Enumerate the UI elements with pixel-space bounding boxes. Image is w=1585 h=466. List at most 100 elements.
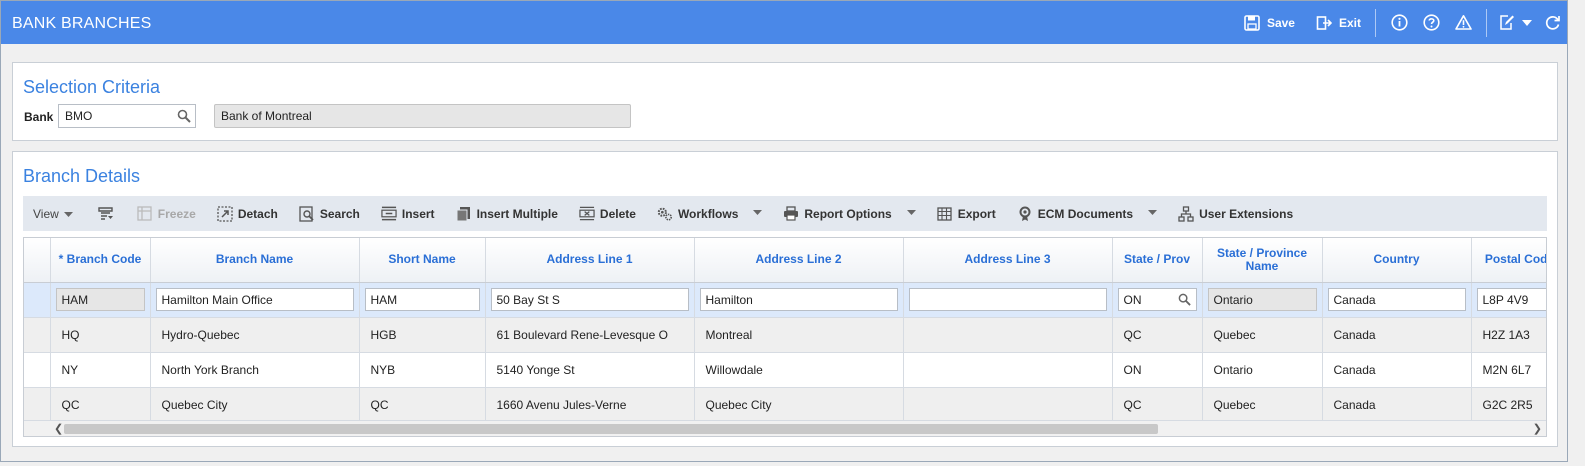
table-cell[interactable]: H2Z 1A3 xyxy=(1471,317,1546,353)
chevron-down-icon xyxy=(63,207,73,221)
column-header[interactable]: State / Province Name xyxy=(1202,238,1323,283)
info-icon xyxy=(1390,14,1408,32)
address-line-2-field[interactable]: Hamilton xyxy=(699,288,898,311)
scrollbar-thumb[interactable] xyxy=(64,424,1158,434)
bank-input[interactable]: BMO xyxy=(58,104,196,128)
postal-code-field[interactable]: L8P 4V9 xyxy=(1476,288,1546,311)
table-cell[interactable] xyxy=(903,352,1113,388)
save-button[interactable]: Save xyxy=(1233,14,1305,32)
edit-layout-button[interactable] xyxy=(1491,14,1539,32)
info-button[interactable] xyxy=(1380,14,1418,32)
exit-button[interactable]: Exit xyxy=(1305,14,1371,32)
row-selector[interactable] xyxy=(24,387,51,423)
workflows-menu[interactable]: Workflows xyxy=(657,206,763,222)
table-cell[interactable]: Willowdale xyxy=(694,352,904,388)
table-cell[interactable]: 1660 Avenu Jules-Verne xyxy=(485,387,695,423)
address-line-1-field[interactable]: 50 Bay St S xyxy=(490,288,689,311)
column-header[interactable]: Short Name xyxy=(359,238,486,283)
filter-icon xyxy=(98,206,114,222)
table-cell[interactable]: QC xyxy=(50,387,151,423)
country-field[interactable]: Canada xyxy=(1327,288,1466,311)
freeze-button[interactable]: Freeze xyxy=(137,206,196,222)
app-window: BANK BRANCHES Save Exit Selection Criter… xyxy=(0,0,1568,462)
refresh-button[interactable] xyxy=(1539,14,1567,32)
bank-label: Bank xyxy=(24,110,54,124)
column-header[interactable]: Address Line 1 xyxy=(485,238,695,283)
detach-button[interactable]: Detach xyxy=(217,205,278,222)
view-menu[interactable]: View xyxy=(33,207,73,221)
table-cell[interactable]: Ontario xyxy=(1202,352,1323,388)
table-cell[interactable]: Quebec xyxy=(1202,317,1323,353)
table-cell[interactable]: QC xyxy=(1112,387,1203,423)
table-cell[interactable]: Canada xyxy=(1322,387,1472,423)
table-cell[interactable]: NY xyxy=(50,352,151,388)
user-extensions-button[interactable]: User Extensions xyxy=(1178,205,1293,222)
table-row-editing[interactable]: HAM Hamilton Main Office HAM 50 Bay St S… xyxy=(24,282,1546,318)
state-province-name-field: Ontario xyxy=(1207,288,1317,311)
table-cell[interactable]: M2N 6L7 xyxy=(1471,352,1546,388)
table-cell[interactable]: Quebec xyxy=(1202,387,1323,423)
search-icon[interactable] xyxy=(1178,293,1192,307)
export-button[interactable]: Export xyxy=(937,206,996,222)
table-cell[interactable]: HGB xyxy=(359,317,486,353)
delete-button[interactable]: Delete xyxy=(579,206,636,222)
branches-grid: * Branch Code Branch Name Short Name Add… xyxy=(23,237,1547,437)
address-line-3-field[interactable] xyxy=(908,288,1107,311)
column-header[interactable]: * Branch Code xyxy=(50,238,151,283)
search-icon[interactable] xyxy=(177,109,191,123)
save-icon xyxy=(1243,14,1261,32)
table-row[interactable]: NY North York Branch NYB 5140 Yonge St W… xyxy=(24,352,1546,388)
table-cell[interactable]: Hydro-Quebec xyxy=(150,317,360,353)
ecm-documents-icon xyxy=(1017,206,1033,222)
table-cell[interactable]: QC xyxy=(1112,317,1203,353)
column-header[interactable]: Address Line 3 xyxy=(903,238,1113,283)
short-name-field[interactable]: HAM xyxy=(364,288,480,311)
column-header[interactable]: State / Prov xyxy=(1112,238,1203,283)
table-cell[interactable]: 61 Boulevard Rene-Levesque O xyxy=(485,317,695,353)
branch-name-field[interactable]: Hamilton Main Office xyxy=(155,288,354,311)
table-cell[interactable]: Canada xyxy=(1322,317,1472,353)
help-button[interactable] xyxy=(1418,14,1444,32)
report-options-menu[interactable]: Report Options xyxy=(783,206,916,222)
row-selector[interactable] xyxy=(24,317,51,353)
table-cell[interactable]: G2C 2R5 xyxy=(1471,387,1546,423)
header-row: * Branch Code Branch Name Short Name Add… xyxy=(24,238,1546,283)
table-cell[interactable] xyxy=(903,387,1113,423)
detach-icon xyxy=(217,205,233,222)
insert-button[interactable]: Insert xyxy=(381,206,435,222)
table-cell[interactable]: HQ xyxy=(50,317,151,353)
scroll-right-icon[interactable]: ❯ xyxy=(1533,422,1542,435)
row-selector[interactable] xyxy=(24,352,51,388)
filter-button[interactable] xyxy=(98,206,114,222)
row-selector-header[interactable] xyxy=(24,238,51,283)
insert-multiple-button[interactable]: Insert Multiple xyxy=(456,206,558,222)
row-selector[interactable] xyxy=(24,282,51,318)
table-row[interactable]: HQ Hydro-Quebec HGB 61 Boulevard Rene-Le… xyxy=(24,317,1546,353)
column-header[interactable]: Branch Name xyxy=(150,238,360,283)
scroll-left-icon[interactable]: ❮ xyxy=(54,422,63,435)
table-cell[interactable]: 5140 Yonge St xyxy=(485,352,695,388)
warning-icon xyxy=(1454,14,1472,32)
title-bar-actions: Save Exit xyxy=(1233,1,1567,44)
state-prov-field[interactable]: ON xyxy=(1117,288,1197,311)
table-cell[interactable]: Quebec City xyxy=(150,387,360,423)
horizontal-scrollbar[interactable]: ❮ ❯ xyxy=(24,420,1546,436)
column-header[interactable]: Address Line 2 xyxy=(694,238,904,283)
table-cell[interactable]: NYB xyxy=(359,352,486,388)
table-cell[interactable]: Montreal xyxy=(694,317,904,353)
chevron-down-icon xyxy=(1148,208,1158,219)
column-header[interactable]: Postal Code xyxy=(1471,238,1546,283)
table-cell[interactable]: QC xyxy=(359,387,486,423)
column-header[interactable]: Country xyxy=(1322,238,1472,283)
table-cell[interactable]: ON xyxy=(1112,352,1203,388)
search-button[interactable]: Search xyxy=(299,205,360,222)
warning-button[interactable] xyxy=(1444,14,1482,32)
exit-label: Exit xyxy=(1338,15,1361,30)
table-cell[interactable]: Canada xyxy=(1322,352,1472,388)
table-cell[interactable]: North York Branch xyxy=(150,352,360,388)
branch-details-panel: Branch Details View Freeze Detach Search xyxy=(12,151,1558,447)
ecm-documents-menu[interactable]: ECM Documents xyxy=(1017,206,1158,222)
table-cell[interactable] xyxy=(903,317,1113,353)
table-cell[interactable]: Quebec City xyxy=(694,387,904,423)
table-row[interactable]: QC Quebec City QC 1660 Avenu Jules-Verne… xyxy=(24,387,1546,423)
